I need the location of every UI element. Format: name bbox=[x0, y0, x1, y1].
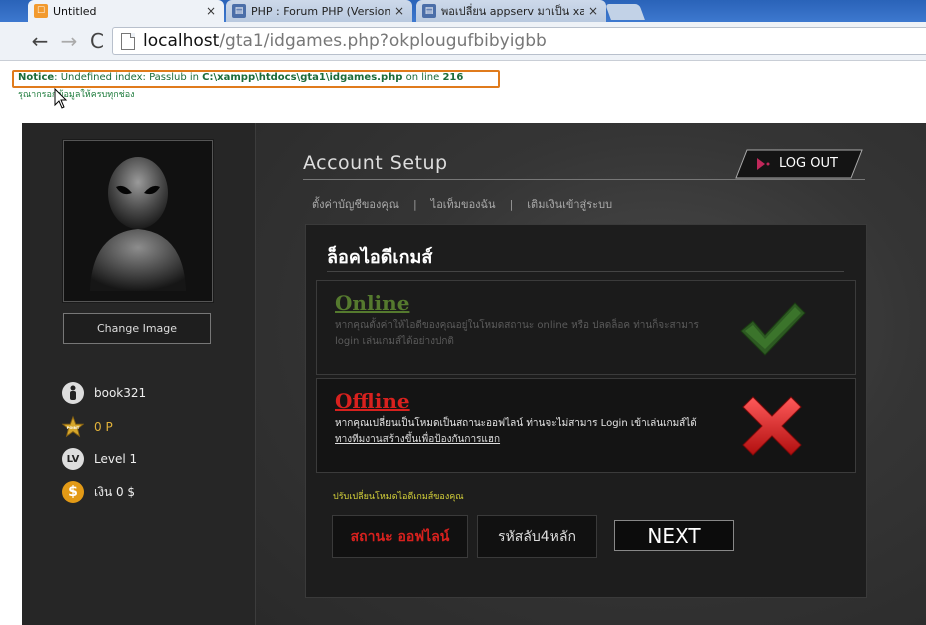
browser-tab-bar: ☐ Untitled × ▤ PHP : Forum PHP (Version … bbox=[0, 0, 926, 22]
alien-avatar-icon bbox=[90, 157, 186, 291]
points-row: POINT 0 P bbox=[62, 415, 113, 438]
level-icon: LV bbox=[62, 448, 84, 470]
level-row: LV Level 1 bbox=[62, 448, 137, 470]
back-arrow-icon[interactable]: ← bbox=[29, 29, 51, 53]
forward-arrow-icon[interactable]: → bbox=[58, 29, 80, 53]
game-page: Change Image book321 POINT 0 P LV Level … bbox=[22, 123, 926, 625]
tab-appserv[interactable]: ▤ พอเปลี่ยน appserv มาเป็น xa × bbox=[416, 0, 606, 22]
tab-untitled[interactable]: ☐ Untitled × bbox=[28, 0, 224, 22]
switch-mode-label: ปรับเปลี่ยนโหมดไอดีเกมส์ของคุณ bbox=[333, 492, 464, 502]
cross-mark-icon bbox=[742, 396, 802, 456]
svg-text:POINT: POINT bbox=[67, 426, 80, 430]
php-notice: Notice: Undefined index: Passlub in C:\x… bbox=[18, 72, 464, 83]
dollar-icon: $ bbox=[62, 481, 84, 503]
close-tab-icon[interactable]: × bbox=[588, 4, 598, 18]
menu-item-my-items[interactable]: ไอเท็มของฉัน bbox=[431, 198, 496, 211]
panel-title: ล็อคไอดีเกมส์ bbox=[327, 247, 433, 268]
close-tab-icon[interactable]: × bbox=[206, 4, 216, 18]
mouse-cursor-icon bbox=[54, 88, 68, 109]
points: 0 P bbox=[94, 420, 113, 434]
money-row: $ เงิน 0 $ bbox=[62, 481, 135, 503]
title-divider bbox=[303, 179, 865, 180]
new-tab-button[interactable] bbox=[605, 4, 645, 20]
pin-code-button[interactable]: รหัสลับ4หลัก bbox=[477, 515, 597, 558]
lock-id-panel: ล็อคไอดีเกมส์ Online หากคุณตั้งค่าให้ไอด… bbox=[305, 224, 867, 598]
page-title: Account Setup bbox=[303, 152, 448, 174]
close-tab-icon[interactable]: × bbox=[394, 4, 404, 18]
account-menu: ตั้งค่าบัญชีของคุณ | ไอเท็มของฉัน | เติมเงิน… bbox=[312, 198, 613, 211]
star-icon: POINT bbox=[62, 415, 84, 438]
online-description: หากคุณตั้งค่าให้ไอดีของคุณอยู่ในโหมดสถาน… bbox=[335, 320, 699, 347]
online-option[interactable]: Online หากคุณตั้งค่าให้ไอดีของคุณอยู่ในโ… bbox=[316, 280, 856, 375]
profile-sidebar: Change Image book321 POINT 0 P LV Level … bbox=[22, 123, 256, 625]
url-text: localhost/gta1/idgames.php?okplougufbiby… bbox=[143, 31, 547, 51]
page-favicon-icon: ☐ bbox=[34, 4, 48, 18]
offline-description: หากคุณเปลี่ยนเป็นโหมดเป็นสถานะออฟไลน์ ท่… bbox=[335, 418, 697, 445]
fill-all-fields-message: รุณากรอกข้อมูลให้ครบทุกช่อง bbox=[18, 90, 135, 100]
username: book321 bbox=[94, 386, 147, 400]
tab-php-forum[interactable]: ▤ PHP : Forum PHP (Version 3. × bbox=[226, 0, 412, 22]
logout-button[interactable]: LOG OUT bbox=[735, 149, 863, 179]
reload-icon[interactable]: C bbox=[86, 29, 108, 53]
level: Level 1 bbox=[94, 452, 138, 466]
person-icon bbox=[62, 382, 84, 404]
address-bar[interactable]: localhost/gta1/idgames.php?okplougufbiby… bbox=[112, 27, 926, 55]
menu-item-top-up[interactable]: เติมเงินเข้าสู่ระบบ bbox=[527, 198, 612, 211]
forum-favicon-icon: ▤ bbox=[232, 4, 246, 18]
money: เงิน 0 $ bbox=[94, 484, 136, 499]
browser-toolbar: ← → C localhost/gta1/idgames.php?okploug… bbox=[0, 22, 926, 61]
username-row: book321 bbox=[62, 382, 146, 404]
offline-status-button[interactable]: สถานะ ออฟไลน์ bbox=[332, 515, 468, 558]
change-image-button[interactable]: Change Image bbox=[63, 313, 211, 344]
logout-label: LOG OUT bbox=[779, 156, 838, 171]
panel-divider bbox=[327, 271, 844, 272]
anti-hack-link[interactable]: ทางทีมงานสร้างขึ้นเพื่อป้องกันการแฮก bbox=[335, 434, 500, 445]
offline-heading[interactable]: Offline bbox=[335, 389, 410, 413]
avatar bbox=[63, 140, 213, 302]
check-mark-icon bbox=[740, 302, 806, 356]
online-heading[interactable]: Online bbox=[335, 291, 409, 315]
menu-item-account-settings[interactable]: ตั้งค่าบัญชีของคุณ bbox=[312, 198, 399, 211]
next-button[interactable]: NEXT bbox=[614, 520, 734, 551]
page-icon bbox=[121, 32, 135, 50]
forum-favicon-icon: ▤ bbox=[422, 4, 436, 18]
offline-option[interactable]: Offline หากคุณเปลี่ยนเป็นโหมดเป็นสถานะออ… bbox=[316, 378, 856, 473]
